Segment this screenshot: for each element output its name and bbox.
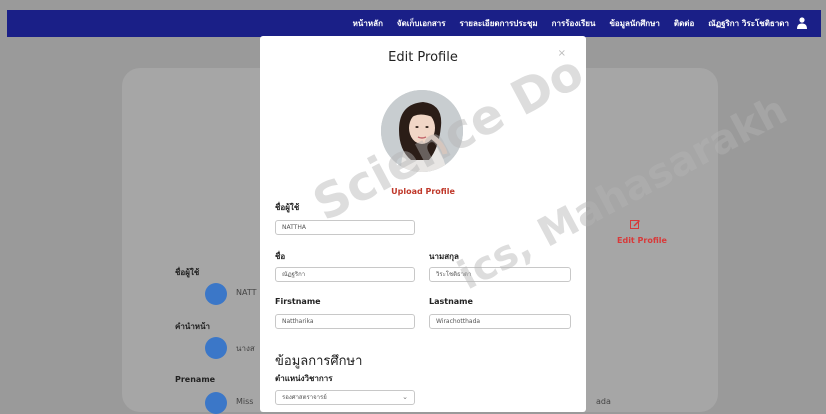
upload-profile-link[interactable]: Upload Profile: [260, 187, 586, 196]
nav-item-home[interactable]: หน้าหลัก: [353, 17, 383, 30]
label-last-name-th: นามสกุล: [429, 252, 459, 261]
bg-label-prefix: คำนำหน้า: [175, 322, 211, 331]
user-icon[interactable]: [797, 17, 807, 29]
academic-position-select[interactable]: รองศาสตราจารย์ ⌄: [275, 390, 415, 405]
nav-item-documents[interactable]: จัดเก็บเอกสาร: [397, 17, 446, 30]
bg-id-icon: [205, 337, 227, 359]
bg-edit-profile-link: Edit Profile: [617, 236, 667, 245]
label-academic-position: ตำแหน่งวิชาการ: [275, 374, 333, 383]
modal-title: Edit Profile: [388, 50, 458, 65]
nav-item-students[interactable]: ข้อมูลนักศึกษา: [609, 17, 659, 30]
last-name-en-field[interactable]: Wirachotthada: [429, 314, 571, 329]
close-icon[interactable]: ×: [558, 48, 566, 59]
edit-profile-modal: Edit Profile × Upload Profile ชื่อผู้ใช้…: [260, 36, 586, 412]
academic-position-value: รองศาสตราจารย์: [282, 394, 327, 401]
education-section-title: ข้อมูลการศึกษา: [275, 354, 363, 369]
label-first-name-en: Firstname: [275, 297, 321, 306]
last-name-th-field[interactable]: วิระโชติธาดา: [429, 267, 571, 282]
bg-label-prename: Prename: [175, 375, 216, 384]
bg-user-icon: [205, 283, 227, 305]
bg-value-lastname: ada: [596, 397, 611, 406]
first-name-th-field[interactable]: ณัฏฐริกา: [275, 267, 415, 282]
username-field[interactable]: NATTHA: [275, 220, 415, 235]
avatar[interactable]: [381, 90, 463, 172]
bg-value-prefix: นางส: [236, 344, 255, 353]
nav-item-complaints[interactable]: การร้องเรียน: [552, 17, 596, 30]
label-first-name-th: ชื่อ: [275, 252, 286, 261]
nav-item-contact[interactable]: ติดต่อ: [674, 17, 694, 30]
nav-menu: หน้าหลัก จัดเก็บเอกสาร รายละเอียดการประช…: [353, 10, 789, 37]
bg-label-username: ชื่อผู้ใช้: [175, 268, 200, 277]
bg-value-username: NATT: [236, 288, 257, 297]
first-name-en-field[interactable]: Nattharika: [275, 314, 415, 329]
bg-id-icon-2: [205, 392, 227, 414]
nav-item-username[interactable]: ณัฏฐริกา วิระโชติธาดา: [708, 17, 789, 30]
chevron-down-icon: ⌄: [402, 393, 408, 401]
bg-value-prename: Miss: [236, 397, 254, 406]
label-last-name-en: Lastname: [429, 297, 473, 306]
top-navbar: หน้าหลัก จัดเก็บเอกสาร รายละเอียดการประช…: [7, 10, 821, 37]
label-username: ชื่อผู้ใช้: [275, 203, 300, 212]
nav-item-meetings[interactable]: รายละเอียดการประชุม: [460, 17, 538, 30]
edit-icon: [630, 220, 640, 229]
